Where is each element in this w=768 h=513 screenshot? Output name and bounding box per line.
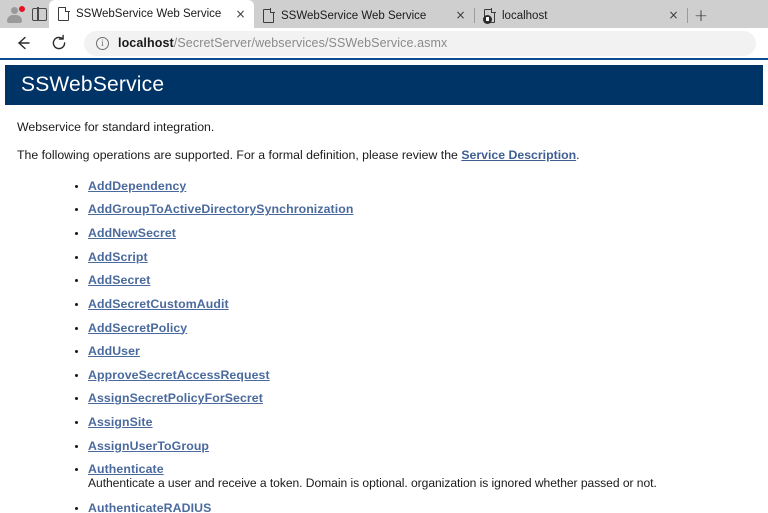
list-item: AssignSecretPolicyForSecret <box>88 391 754 405</box>
list-item: AddUser <box>88 344 754 358</box>
operations-list: AddDependency AddGroupToActiveDirectorySy… <box>14 179 754 513</box>
operation-link[interactable]: AssignSecretPolicyForSecret <box>88 391 263 405</box>
split-pane-icon[interactable] <box>32 6 47 22</box>
profile-avatar-icon[interactable] <box>6 4 26 24</box>
browser-toolbar: localhost/SecretServer/webservices/SSWeb… <box>0 28 768 60</box>
operation-link[interactable]: AddGroupToActiveDirectorySynchronization <box>88 202 353 216</box>
list-item: AssignSite <box>88 415 754 429</box>
document-lock-icon <box>483 8 496 24</box>
document-icon <box>263 8 275 23</box>
page-banner: SSWebService <box>5 65 763 105</box>
supported-suffix: . <box>576 147 580 162</box>
avatar-body <box>7 14 22 23</box>
list-item: AddNewSecret <box>88 226 754 240</box>
operation-link[interactable]: AddNewSecret <box>88 226 176 240</box>
new-tab-button[interactable]: + <box>688 3 714 28</box>
supported-prefix: The following operations are supported. … <box>17 147 462 162</box>
list-item: AssignUserToGroup <box>88 439 754 453</box>
operation-link[interactable]: AddDependency <box>88 179 186 193</box>
list-item: ApproveSecretAccessRequest <box>88 368 754 382</box>
document-icon <box>58 6 70 21</box>
notification-dot-icon <box>18 4 26 13</box>
operation-link[interactable]: AddUser <box>88 344 140 358</box>
list-item: AddSecretPolicy <box>88 321 754 335</box>
operation-link[interactable]: AddSecret <box>88 273 150 287</box>
list-item: AddSecret <box>88 273 754 287</box>
operation-link[interactable]: ApproveSecretAccessRequest <box>88 368 270 382</box>
page-body: Webservice for standard integration. The… <box>0 105 768 513</box>
operation-link[interactable]: AddSecretCustomAudit <box>88 297 229 311</box>
site-info-icon[interactable] <box>96 36 109 50</box>
back-button[interactable] <box>8 29 38 57</box>
tab-close-icon[interactable]: × <box>666 8 681 23</box>
operation-link[interactable]: AssignSite <box>88 415 153 429</box>
operation-link[interactable]: Authenticate <box>88 462 164 476</box>
operation-link[interactable]: AddScript <box>88 250 148 264</box>
operation-link[interactable]: AuthenticateRADIUS <box>88 501 211 513</box>
browser-window: SSWebService Web Service × SSWebService … <box>0 0 768 513</box>
tab-sswebservice-2[interactable]: SSWebService Web Service × <box>254 3 474 28</box>
tab-localhost[interactable]: localhost × <box>475 3 687 28</box>
tab-sswebservice-1[interactable]: SSWebService Web Service × <box>49 0 254 28</box>
tab-close-icon[interactable]: × <box>453 8 468 23</box>
list-item: AuthenticateRADIUS <box>88 501 754 513</box>
tab-close-icon[interactable]: × <box>233 7 248 22</box>
address-bar[interactable]: localhost/SecretServer/webservices/SSWeb… <box>84 30 756 56</box>
tab-title: localhost <box>502 9 548 22</box>
supported-operations-text: The following operations are supported. … <box>17 147 754 165</box>
tab-title: SSWebService Web Service <box>281 9 427 22</box>
lock-icon <box>483 14 492 24</box>
list-item: AddSecretCustomAudit <box>88 297 754 311</box>
operation-link[interactable]: AddSecretPolicy <box>88 321 187 335</box>
url-path: /SecretServer/webservices/SSWebService.a… <box>173 36 448 50</box>
operation-link[interactable]: AssignUserToGroup <box>88 439 209 453</box>
operation-description: Authenticate a user and receive a token.… <box>88 476 657 491</box>
service-description-link[interactable]: Service Description <box>461 148 576 162</box>
list-item: AddDependency <box>88 179 754 193</box>
url-host: localhost <box>118 36 174 50</box>
avatar-head <box>11 6 18 14</box>
page-content: SSWebService Webservice for standard int… <box>0 60 768 513</box>
tab-strip: SSWebService Web Service × SSWebService … <box>0 0 768 28</box>
url-text: localhost/SecretServer/webservices/SSWeb… <box>118 36 447 50</box>
tabstrip-left-icons <box>0 0 49 28</box>
tab-title: SSWebService Web Service <box>76 8 222 20</box>
list-item: AuthenticateAuthenticate a user and rece… <box>88 462 754 491</box>
intro-text: Webservice for standard integration. <box>17 120 215 134</box>
reload-button[interactable] <box>44 29 74 57</box>
page-title: SSWebService <box>21 73 165 96</box>
list-item: AddScript <box>88 250 754 264</box>
list-item: AddGroupToActiveDirectorySynchronization <box>88 202 754 216</box>
